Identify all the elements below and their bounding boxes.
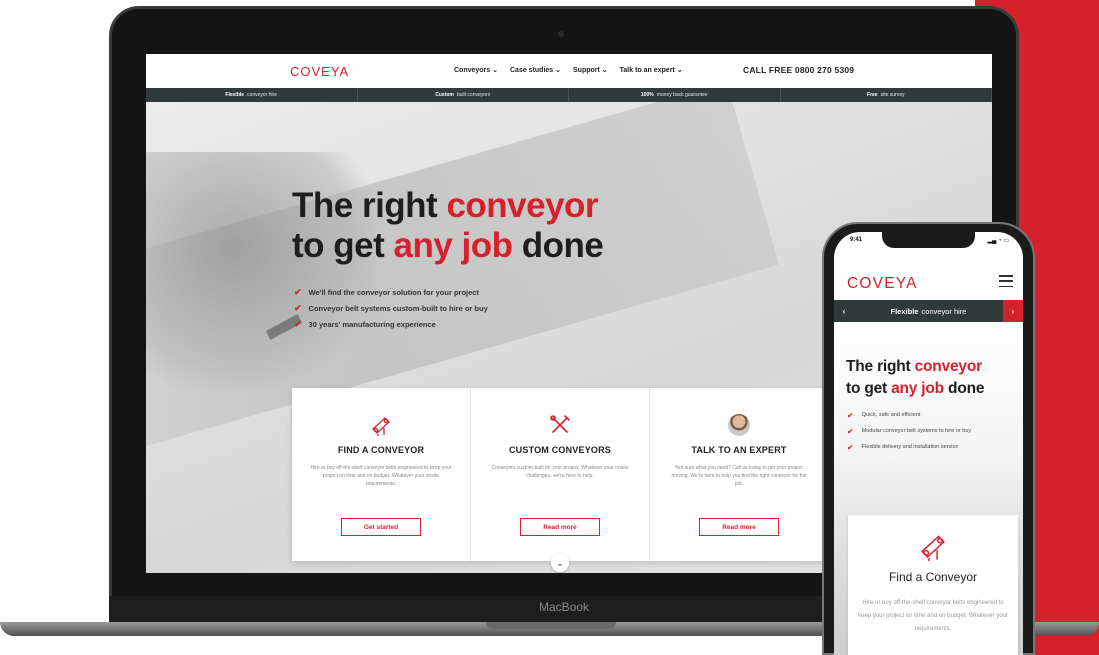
site-header: COVEYA Conveyors ⌄ Case studies ⌄ Suppor… [146, 54, 992, 88]
hamburger-menu-icon[interactable] [999, 275, 1013, 287]
check-icon: ✔ [294, 286, 302, 297]
chevron-down-icon[interactable]: ⌄ [551, 554, 569, 572]
phone-card-find-conveyor[interactable]: Find a Conveyor Hire or buy off-the-shel… [848, 515, 1018, 655]
tools-icon [471, 414, 649, 436]
chevron-left-icon[interactable]: ‹ [834, 307, 854, 316]
card-text: Hire or buy off-the-shelf conveyor belts… [858, 600, 1008, 632]
read-more-button[interactable]: Read more [520, 518, 600, 536]
card-title: FIND A CONVEYOR [337, 445, 425, 455]
camera-dot [558, 31, 564, 37]
check-icon: ✔ [847, 443, 854, 452]
carousel-item: Flexible conveyor hire [890, 306, 967, 316]
nav-conveyors[interactable]: Conveyors ⌄ [454, 66, 498, 74]
phone-usp-carousel: ‹ Flexible conveyor hire › [834, 300, 1023, 322]
phone-checklist: ✔ Quick, safe and efficient ✔ Modular conv… [847, 412, 1007, 460]
card-title: Find a Conveyor [888, 570, 978, 584]
status-time: 9:41 [850, 237, 863, 243]
check-icon: ✔ [294, 318, 302, 329]
check-icon: ✔ [294, 302, 302, 313]
card-text: Hire or buy off-the-shelf conveyor belts… [310, 465, 452, 487]
chevron-right-icon[interactable]: › [1003, 300, 1023, 322]
card-talk-to-expert: TALK TO AN EXPERT Not sure what you need… [650, 388, 828, 561]
card-find-conveyor: FIND A CONVEYOR Hire or buy off-the-shel… [292, 388, 471, 561]
usp-site-survey[interactable]: Free site survey [781, 88, 992, 102]
checklist-item: ✔ Conveyor belt systems custom-built to h… [294, 302, 488, 313]
checklist-item: ✔ We'll find the conveyor solution for yo… [294, 286, 479, 297]
conveyor-icon [292, 414, 470, 436]
call-free-phone[interactable]: CALL FREE 0800 270 5309 [743, 65, 854, 75]
phone-notch [882, 232, 975, 248]
get-started-button[interactable]: Get started [341, 518, 421, 536]
laptop-base-notch [486, 622, 616, 629]
main-nav: Conveyors ⌄ Case studies ⌄ Support ⌄ Tal… [454, 66, 683, 74]
card-custom-conveyors: CUSTOM CONVEYORS Conveyors custom-built … [471, 388, 650, 561]
signal-wifi-battery-icon: ▂▄ ◔ ▭ [987, 238, 1010, 244]
conveyor-icon [848, 531, 1018, 561]
hero-heading: The right conveyor to get any job done [292, 186, 604, 265]
svg-text:COVEYA: COVEYA [847, 275, 918, 290]
checklist-item: ✔ Quick, safe and efficient [847, 411, 921, 420]
hero-checklist: ✔ We'll find the conveyor solution for yo… [294, 284, 488, 332]
expert-avatar [650, 414, 828, 436]
checklist-item: ✔ Flexible delivery and installation serv… [847, 443, 959, 452]
read-more-button[interactable]: Read more [699, 518, 779, 536]
phone-screen: 9:41 ▂▄ ◔ ▭ COVEYA ‹ Flexible conveyor hi… [834, 232, 1023, 655]
avatar [728, 414, 750, 436]
usp-flexible-hire[interactable]: Flexible conveyor hire [146, 88, 358, 102]
checklist-item: ✔ 30 years' manufacturing experience [294, 318, 436, 329]
coveya-logo[interactable]: COVEYA [290, 64, 356, 78]
usp-custom-built[interactable]: Custom built conveyors [358, 88, 569, 102]
mockup-stage: COVEYA Conveyors ⌄ Case studies ⌄ Suppor… [0, 0, 1099, 655]
svg-text:COVEYA: COVEYA [290, 64, 349, 78]
card-text: Conveyors custom-built for your project.… [491, 465, 629, 479]
phone-hero-heading: The right conveyor to get any job done [846, 358, 985, 397]
feature-cards: FIND A CONVEYOR Hire or buy off-the-shel… [292, 388, 828, 561]
check-icon: ✔ [847, 427, 854, 436]
coveya-logo[interactable]: COVEYA [847, 274, 929, 290]
nav-case-studies[interactable]: Case studies ⌄ [510, 66, 561, 74]
check-icon: ✔ [847, 411, 854, 420]
usp-bar: Flexible conveyor hire Custom built convey… [146, 88, 992, 102]
nav-support[interactable]: Support ⌄ [573, 66, 608, 74]
card-title: CUSTOM CONVEYORS [508, 445, 612, 455]
card-title: TALK TO AN EXPERT [691, 445, 787, 455]
card-text: Not sure what you need? Call us today to… [671, 465, 807, 487]
nav-talk-to-expert[interactable]: Talk to an expert ⌄ [620, 66, 683, 74]
checklist-item: ✔ Modular conveyor belt systems to hire o… [847, 427, 972, 436]
usp-money-back[interactable]: 100% money back guarantee [569, 88, 781, 102]
